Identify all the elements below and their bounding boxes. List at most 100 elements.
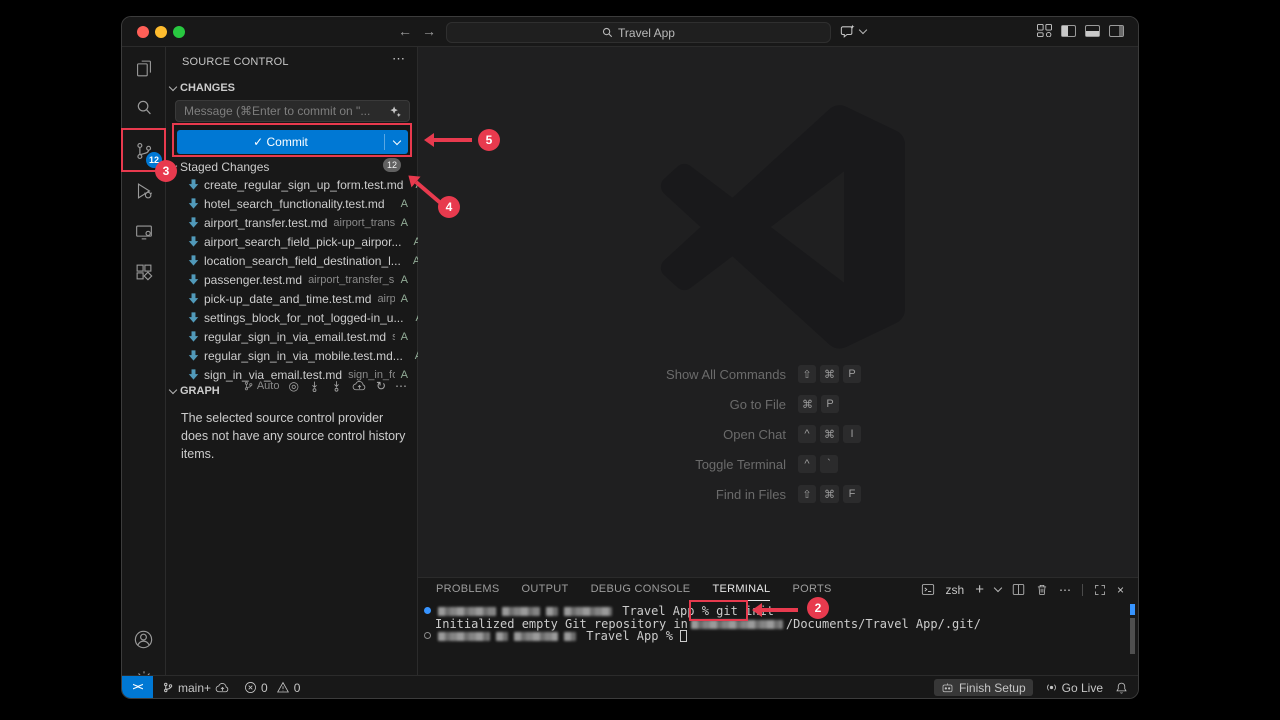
warning-count: 0 — [294, 681, 301, 695]
copilot-menu[interactable] — [840, 24, 866, 39]
staged-file-row[interactable]: regular_sign_in_via_email.test.md si... … — [166, 327, 418, 346]
broadcast-icon — [1045, 681, 1058, 694]
navigate-back-icon[interactable]: ← — [398, 23, 412, 39]
terminal-scrollbar-indicator[interactable] — [1130, 604, 1135, 615]
terminal-line: Initialized empty Git repository in/Docu… — [418, 618, 1128, 631]
staged-file-row[interactable]: pick-up_date_and_time.test.md airp... A — [166, 289, 418, 308]
markdown-file-icon — [188, 179, 199, 190]
prompt-dot — [424, 632, 431, 639]
staged-file-list: create_regular_sign_up_form.test.md A ho… — [166, 175, 418, 384]
account-icon[interactable] — [122, 619, 165, 659]
new-terminal-icon[interactable]: + — [975, 581, 984, 598]
fetch-icon[interactable] — [308, 380, 321, 393]
source-control-badge: 12 — [146, 152, 162, 168]
search-view-icon[interactable] — [122, 88, 165, 128]
shortcut-row: Show All Commands ⇧⌘P — [568, 359, 988, 389]
run-debug-icon[interactable] — [122, 171, 165, 211]
panel-tab[interactable]: TERMINAL — [712, 578, 770, 601]
branch-icon — [162, 681, 174, 694]
markdown-file-icon — [188, 293, 199, 304]
panel-more-icon[interactable]: ⋯ — [1059, 583, 1071, 597]
terminal-dropdown-icon[interactable] — [994, 584, 1002, 592]
graph-auto-label: Auto — [257, 380, 280, 392]
shortcut-keys: ⇧⌘P — [798, 365, 861, 383]
kill-terminal-trash-icon[interactable] — [1036, 583, 1048, 596]
minimize-traffic-light[interactable] — [155, 26, 167, 38]
command-center-search[interactable]: Travel App — [446, 22, 831, 43]
panel-tab[interactable]: OUTPUT — [522, 578, 569, 601]
close-traffic-light[interactable] — [137, 26, 149, 38]
shortcut-label: Go to File — [568, 397, 786, 412]
source-control-icon[interactable]: 12 — [122, 131, 165, 171]
branch-name: main+ — [178, 681, 211, 695]
file-name: settings_block_for_not_logged-in_u... — [204, 311, 403, 325]
shortcut-keys: ^` — [798, 455, 838, 473]
git-status-added: A — [407, 255, 418, 267]
commit-button[interactable]: ✓ Commit — [177, 130, 408, 154]
panel-tab[interactable]: PROBLEMS — [436, 578, 500, 601]
commit-message-input[interactable] — [175, 100, 410, 122]
file-name: location_search_field_destination_l... — [204, 254, 401, 268]
file-name: create_regular_sign_up_form.test.md — [204, 178, 403, 192]
source-control-sidebar: SOURCE CONTROL ⋯ CHANGES ✓ Commit Staged… — [166, 47, 418, 675]
file-name: hotel_search_functionality.test.md — [204, 197, 385, 211]
terminal-scrollbar-thumb[interactable] — [1130, 618, 1135, 654]
navigate-forward-icon[interactable]: → — [422, 23, 436, 39]
graph-section-header[interactable]: GRAPH — [170, 385, 220, 397]
changes-section-header[interactable]: CHANGES — [170, 82, 235, 94]
staged-file-row[interactable]: airport_transfer.test.md airport_trans..… — [166, 213, 418, 232]
panel-tabs: PROBLEMS OUTPUT DEBUG CONSOLE TERMINAL P… — [436, 578, 832, 601]
more-actions-icon[interactable]: ⋯ — [392, 51, 405, 67]
close-panel-icon[interactable]: × — [1117, 583, 1124, 597]
terminal-output[interactable]: Travel App % git init Initialized empty … — [418, 605, 1128, 643]
refresh-icon[interactable]: ↻ — [376, 379, 386, 393]
panel-tab[interactable]: DEBUG CONSOLE — [591, 578, 691, 601]
problems-status-item[interactable]: 0 0 — [244, 681, 300, 695]
maximize-traffic-light[interactable] — [173, 26, 185, 38]
finish-setup-label: Finish Setup — [959, 681, 1026, 695]
git-status-added: A — [395, 198, 408, 210]
pull-icon[interactable] — [330, 380, 343, 393]
staged-file-row[interactable]: airport_search_field_pick-up_airpor... A — [166, 232, 418, 251]
customize-layout-icon[interactable] — [1037, 24, 1052, 37]
vscode-logo-watermark — [658, 105, 908, 349]
editor-area: Show All Commands ⇧⌘P Go to File ⌘P Open… — [418, 47, 1138, 675]
staged-file-row[interactable]: settings_block_for_not_logged-in_u... A — [166, 308, 418, 327]
go-live-button[interactable]: Go Live — [1045, 681, 1103, 695]
toggle-primary-sidebar-icon[interactable] — [1061, 25, 1076, 37]
toggle-panel-icon[interactable] — [1085, 25, 1100, 37]
errors-icon — [244, 681, 257, 694]
staged-file-row[interactable]: passenger.test.md airport_transfer_s... … — [166, 270, 418, 289]
maximize-panel-icon[interactable] — [1094, 584, 1106, 596]
staged-file-row[interactable]: create_regular_sign_up_form.test.md A — [166, 175, 418, 194]
file-name: regular_sign_in_via_mobile.test.md... — [204, 349, 403, 363]
markdown-file-icon — [188, 350, 199, 361]
staged-changes-label: Staged Changes — [180, 160, 269, 174]
staged-file-row[interactable]: regular_sign_in_via_mobile.test.md... A — [166, 346, 418, 365]
staged-changes-header[interactable]: Staged Changes — [170, 160, 269, 174]
staged-file-row[interactable]: hotel_search_functionality.test.md A — [166, 194, 418, 213]
graph-auto-toggle[interactable]: Auto — [243, 380, 280, 392]
commit-dropdown[interactable] — [385, 141, 408, 144]
finish-setup-button[interactable]: Finish Setup — [934, 679, 1033, 696]
graph-more-icon[interactable]: ⋯ — [395, 379, 407, 393]
extensions-icon[interactable] — [122, 252, 165, 292]
cloud-icon[interactable] — [352, 380, 367, 392]
generate-commit-message-icon[interactable] — [389, 105, 402, 118]
notifications-bell-icon[interactable] — [1115, 681, 1128, 695]
explorer-icon[interactable] — [122, 48, 165, 88]
markdown-file-icon — [188, 312, 199, 323]
branch-status-item[interactable]: main+ — [162, 681, 230, 695]
shortcut-label: Toggle Terminal — [568, 457, 786, 472]
panel-tab[interactable]: PORTS — [792, 578, 831, 601]
git-status-added: A — [409, 312, 418, 324]
remote-explorer-icon[interactable] — [122, 212, 165, 252]
graph-commit-icon[interactable]: ◎ — [288, 379, 298, 393]
toggle-secondary-sidebar-icon[interactable] — [1109, 25, 1124, 37]
split-terminal-icon[interactable] — [1012, 583, 1025, 596]
chevron-down-icon — [169, 161, 177, 169]
staged-file-row[interactable]: location_search_field_destination_l... A — [166, 251, 418, 270]
markdown-file-icon — [188, 236, 199, 247]
chevron-down-icon — [859, 26, 867, 34]
remote-indicator[interactable]: >< — [122, 676, 153, 699]
